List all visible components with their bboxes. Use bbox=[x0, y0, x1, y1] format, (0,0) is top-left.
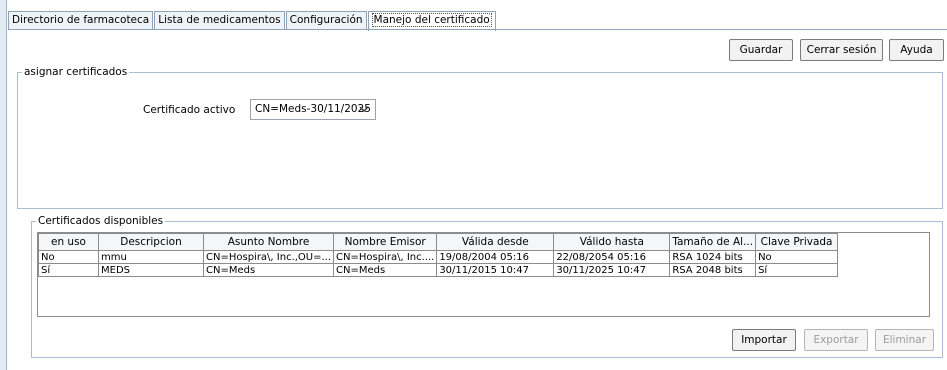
table-cell: No bbox=[755, 250, 839, 264]
column-header[interactable]: Válida desde bbox=[436, 233, 555, 251]
column-header[interactable]: en uso bbox=[38, 233, 99, 251]
active-certificate-value: CN=Meds-30/11/2025 bbox=[255, 103, 371, 115]
tab-bar: Directorio de farmacoteca Lista de medic… bbox=[8, 11, 497, 31]
chevron-down-icon bbox=[359, 106, 369, 112]
table-cell: CN=Meds bbox=[333, 263, 438, 277]
tab-lista-medicamentos[interactable]: Lista de medicamentos bbox=[154, 11, 285, 30]
table-cell: RSA 2048 bits bbox=[669, 263, 757, 277]
table-cell: Sí bbox=[755, 263, 839, 277]
table-cell: CN=Meds bbox=[202, 263, 335, 277]
export-button[interactable]: Exportar bbox=[804, 329, 868, 351]
column-header[interactable]: Tamaño de Al... bbox=[669, 233, 757, 251]
table-cell: 30/11/2025 10:47 bbox=[553, 263, 671, 277]
column-header[interactable]: Descripcion bbox=[98, 233, 204, 251]
tab-label: Configuración bbox=[289, 14, 363, 26]
tab-divider bbox=[8, 29, 947, 30]
left-edge-strip bbox=[0, 0, 7, 370]
table-cell: 30/11/2015 10:47 bbox=[436, 263, 555, 277]
import-button[interactable]: Importar bbox=[732, 329, 796, 351]
column-header[interactable]: Clave Privada bbox=[755, 233, 839, 251]
table-header-row: en uso Descripcion Asunto Nombre Nombre … bbox=[38, 233, 839, 251]
table-cell: mmu bbox=[98, 250, 204, 264]
table-cell: CN=Hospira\, Inc.... bbox=[333, 250, 438, 264]
save-button[interactable]: Guardar bbox=[729, 39, 793, 61]
tab-configuracion[interactable]: Configuración bbox=[285, 11, 367, 30]
tab-label: Manejo del certificado bbox=[371, 13, 492, 27]
active-certificate-label: Certificado activo bbox=[143, 104, 236, 116]
help-button[interactable]: Ayuda bbox=[889, 39, 944, 61]
table-cell: MEDS bbox=[98, 263, 204, 277]
delete-button[interactable]: Eliminar bbox=[875, 329, 934, 351]
table-cell: 22/08/2054 05:16 bbox=[553, 250, 671, 264]
column-header[interactable]: Nombre Emisor bbox=[333, 233, 438, 251]
table-cell: Sí bbox=[38, 263, 99, 277]
active-certificate-select[interactable]: CN=Meds-30/11/2025 bbox=[250, 99, 376, 120]
tab-label: Directorio de farmacoteca bbox=[12, 14, 150, 26]
logout-button[interactable]: Cerrar sesión bbox=[800, 39, 883, 61]
table-cell: 19/08/2004 05:16 bbox=[436, 250, 555, 264]
available-certificates-title: Certificados disponibles bbox=[38, 215, 164, 227]
table-cell: RSA 1024 bits bbox=[669, 250, 757, 264]
tab-directorio-farmacoteca[interactable]: Directorio de farmacoteca bbox=[8, 11, 154, 30]
column-header[interactable]: Válido hasta bbox=[553, 233, 671, 251]
assign-certificates-title: asignar certificados bbox=[24, 66, 128, 78]
table-row[interactable]: No mmu CN=Hospira\, Inc.,OU=... CN=Hospi… bbox=[38, 250, 839, 264]
certificates-table-area: en uso Descripcion Asunto Nombre Nombre … bbox=[37, 232, 930, 317]
table-cell: No bbox=[38, 250, 99, 264]
assign-certificates-group: asignar certificados Certificado activo … bbox=[17, 66, 943, 209]
tab-manejo-certificado[interactable]: Manejo del certificado bbox=[367, 11, 496, 31]
certificates-table: en uso Descripcion Asunto Nombre Nombre … bbox=[38, 233, 839, 277]
table-row[interactable]: Sí MEDS CN=Meds CN=Meds 30/11/2015 10:47… bbox=[38, 263, 839, 277]
table-cell: CN=Hospira\, Inc.,OU=... bbox=[202, 250, 335, 264]
tab-label: Lista de medicamentos bbox=[158, 14, 281, 26]
column-header[interactable]: Asunto Nombre bbox=[202, 233, 335, 251]
